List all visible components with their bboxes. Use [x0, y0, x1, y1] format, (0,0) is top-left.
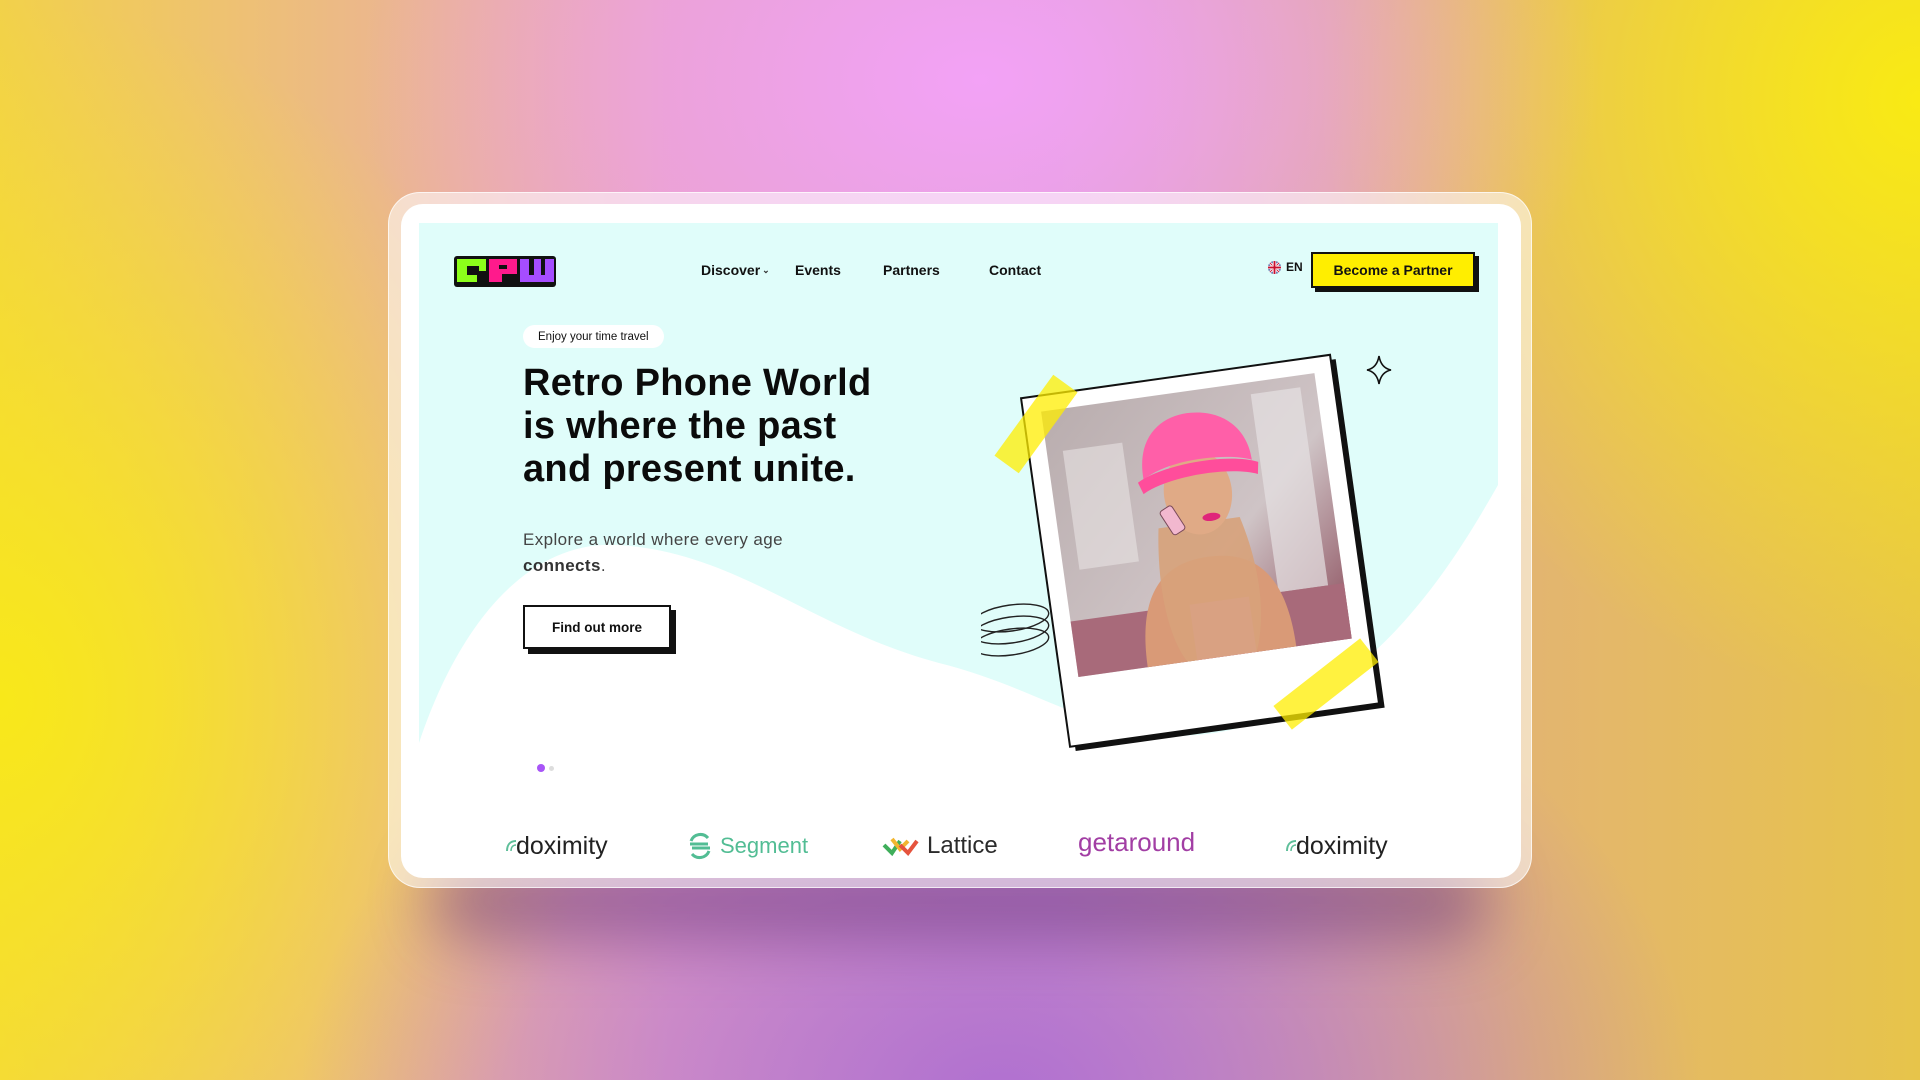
- uk-flag-icon: [1268, 260, 1281, 274]
- browser-viewport: Discover ⌄ Events Partners Contact EN Bec…: [401, 204, 1521, 878]
- lattice-icon: [882, 837, 919, 857]
- partner-logos: doximity Segment Lattice getaround doxim…: [401, 826, 1521, 866]
- hero-headline: Retro Phone World is where the past and …: [523, 362, 872, 490]
- device-frame: Discover ⌄ Events Partners Contact EN Bec…: [388, 192, 1532, 888]
- spiral-doodle-icon: [981, 603, 1050, 657]
- hero-polaroid-illustration: [981, 353, 1392, 752]
- brand-logo-getaround[interactable]: getaround: [1078, 822, 1195, 862]
- language-selector[interactable]: EN: [1268, 260, 1303, 274]
- carousel-dot-1[interactable]: [537, 764, 545, 772]
- find-out-more-button[interactable]: Find out more: [523, 605, 671, 649]
- segment-icon: [689, 833, 711, 859]
- carousel-indicator: [537, 764, 554, 772]
- nav-discover[interactable]: Discover ⌄: [701, 262, 770, 278]
- sparkle-icon: [1366, 355, 1392, 385]
- become-partner-button[interactable]: Become a Partner: [1311, 252, 1475, 288]
- chevron-down-icon: ⌄: [762, 265, 770, 275]
- rpw-logo[interactable]: [453, 254, 557, 288]
- brand-logo-lattice[interactable]: Lattice: [881, 826, 998, 866]
- brand-logo-doximity[interactable]: doximity: [504, 826, 608, 866]
- nav-contact[interactable]: Contact: [989, 262, 1041, 278]
- nav-events[interactable]: Events: [795, 262, 841, 278]
- hero-subtext: Explore a world where every age connects…: [523, 530, 783, 575]
- hero-photo: [1041, 373, 1352, 677]
- brand-logo-segment[interactable]: Segment: [686, 826, 808, 866]
- carousel-dot-2[interactable]: [549, 765, 554, 771]
- nav-partners[interactable]: Partners: [883, 262, 940, 278]
- brand-logo-doximity-2[interactable]: doximity: [1284, 826, 1388, 866]
- hero-tagline-badge: Enjoy your time travel: [523, 325, 664, 348]
